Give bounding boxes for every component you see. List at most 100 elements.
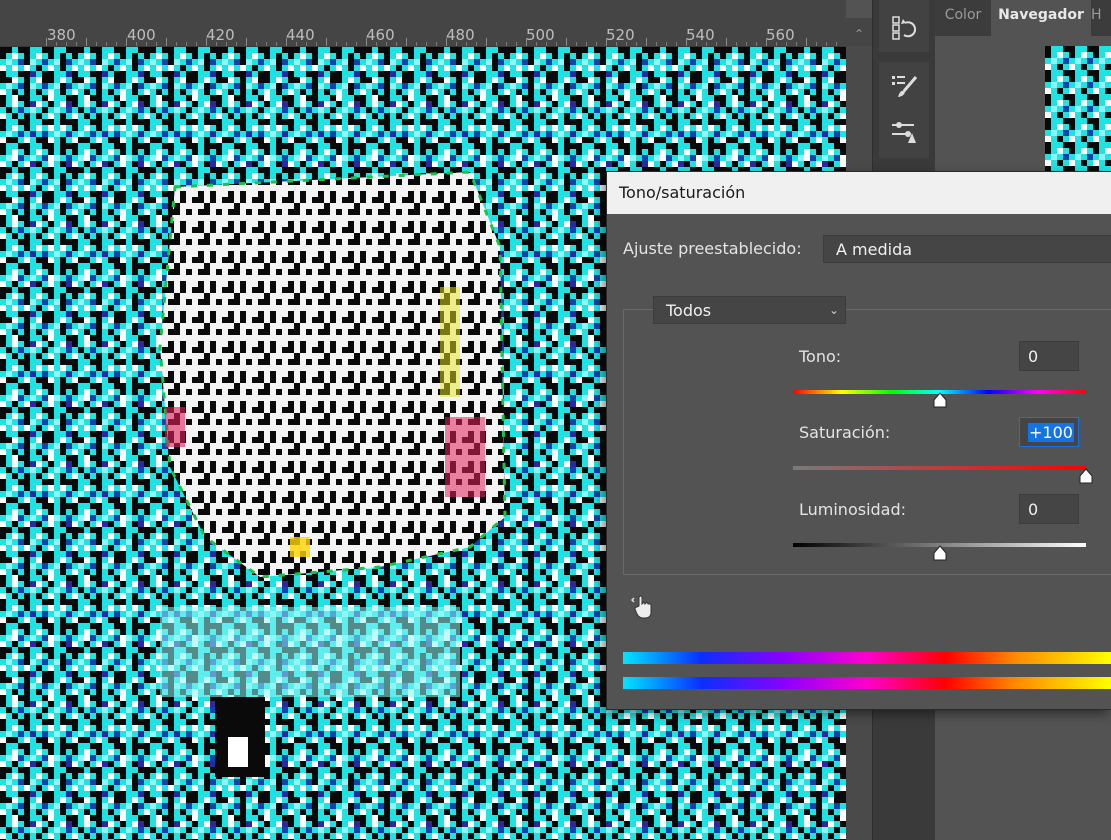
saturation-input[interactable]: +100: [1019, 417, 1079, 447]
ruler-minor-tick: [316, 42, 317, 46]
tab-navigator[interactable]: Navegador: [991, 0, 1091, 36]
ruler-minor-tick: [156, 42, 157, 46]
ruler-major-tick: [526, 38, 527, 46]
navigator-thumbnail[interactable]: [1045, 46, 1111, 174]
ruler-minor-tick: [616, 42, 617, 46]
ruler-label: 380: [47, 26, 76, 44]
ruler-minor-tick: [226, 42, 227, 46]
ruler-minor-tick: [796, 42, 797, 46]
ruler-minor-tick: [66, 42, 67, 46]
ruler-major-tick: [726, 38, 727, 46]
dialog-title[interactable]: Tono/saturación: [607, 172, 1111, 214]
history-icon[interactable]: [885, 10, 923, 46]
ruler-minor-tick: [266, 42, 267, 46]
ruler-minor-tick: [296, 42, 297, 46]
ruler-minor-tick: [696, 42, 697, 46]
ruler-major-tick: [246, 38, 247, 46]
hue-input[interactable]: 0: [1019, 341, 1079, 371]
ruler-minor-tick: [396, 42, 397, 46]
ruler-minor-tick: [656, 42, 657, 46]
ruler-minor-tick: [556, 42, 557, 46]
hue-saturation-dialog: Tono/saturación Ajuste preestablecido: A…: [606, 171, 1111, 710]
ruler-label: 540: [686, 26, 715, 44]
ruler-minor-tick: [466, 42, 467, 46]
ruler-label: 400: [127, 26, 156, 44]
hue-range-bar-bottom: [623, 677, 1111, 689]
ruler-label: 440: [286, 26, 315, 44]
tool-group: [879, 0, 929, 52]
tab-color[interactable]: Color: [935, 0, 991, 36]
ruler-major-tick: [606, 38, 607, 46]
ruler-minor-tick: [636, 42, 637, 46]
ruler-minor-tick: [276, 42, 277, 46]
tool-group: [879, 62, 929, 158]
ruler-major-tick: [646, 38, 647, 46]
preset-select[interactable]: A medida: [823, 235, 1111, 263]
ruler-minor-tick: [816, 42, 817, 46]
ruler-minor-tick: [576, 42, 577, 46]
targeted-adjustment-hand-icon[interactable]: [630, 592, 657, 620]
ruler-minor-tick: [106, 42, 107, 46]
brush-presets-icon[interactable]: [885, 68, 923, 104]
ruler-minor-tick: [716, 42, 717, 46]
panel-tabs: Color Navegador H: [935, 0, 1111, 36]
ruler-minor-tick: [76, 42, 77, 46]
lightness-slider-track[interactable]: [793, 543, 1086, 561]
ruler-major-tick: [806, 38, 807, 46]
ruler-minor-tick: [196, 42, 197, 46]
ruler-major-tick: [326, 38, 327, 46]
tab-more[interactable]: H: [1091, 0, 1111, 36]
ruler-minor-tick: [136, 42, 137, 46]
ruler-label: 560: [766, 26, 795, 44]
ruler-minor-tick: [386, 42, 387, 46]
adjustments-icon[interactable]: [885, 114, 923, 150]
ruler-label: 500: [526, 26, 555, 44]
channel-value: Todos: [666, 301, 712, 320]
ruler-minor-tick: [116, 42, 117, 46]
ruler-minor-tick: [96, 42, 97, 46]
saturation-value: +100: [1028, 423, 1074, 442]
ruler-minor-tick: [336, 42, 337, 46]
ruler-minor-tick: [356, 42, 357, 46]
ruler-minor-tick: [456, 42, 457, 46]
horizontal-ruler: 380 400 420 440 460 480 500 520 540 560: [0, 0, 846, 47]
ruler-minor-tick: [736, 42, 737, 46]
ruler-major-tick: [206, 38, 207, 46]
hue-slider-track[interactable]: [793, 390, 1086, 408]
ruler-major-tick: [446, 38, 447, 46]
channel-select[interactable]: Todos ⌄: [653, 296, 846, 324]
ruler-minor-tick: [776, 42, 777, 46]
ruler-minor-tick: [756, 42, 757, 46]
ruler-minor-tick: [256, 42, 257, 46]
ruler-minor-tick: [416, 42, 417, 46]
ruler-minor-tick: [236, 42, 237, 46]
ruler-minor-tick: [676, 42, 677, 46]
ruler-minor-tick: [346, 42, 347, 46]
ruler-major-tick: [166, 38, 167, 46]
ruler-major-tick: [486, 38, 487, 46]
ruler-minor-tick: [666, 42, 667, 46]
ruler-minor-tick: [476, 42, 477, 46]
ruler-major-tick: [46, 38, 47, 46]
ruler-minor-tick: [426, 42, 427, 46]
ruler-minor-tick: [506, 42, 507, 46]
saturation-label: Saturación:: [799, 423, 891, 442]
ruler-minor-tick: [546, 42, 547, 46]
ruler-minor-tick: [146, 42, 147, 46]
ruler-minor-tick: [496, 42, 497, 46]
ruler-label: 420: [206, 26, 235, 44]
ruler-minor-tick: [536, 42, 537, 46]
saturation-slider-track[interactable]: [793, 466, 1093, 484]
lightness-input[interactable]: 0: [1019, 494, 1079, 524]
scroll-up-arrow-icon[interactable]: ⌃: [846, 18, 872, 46]
ruler-label: 460: [366, 26, 395, 44]
ruler-major-tick: [566, 38, 567, 46]
ruler-minor-tick: [706, 42, 707, 46]
ruler-major-tick: [86, 38, 87, 46]
ruler-major-tick: [686, 38, 687, 46]
ruler-minor-tick: [176, 42, 177, 46]
ruler-minor-tick: [306, 42, 307, 46]
ruler-label: 480: [446, 26, 475, 44]
ruler-major-tick: [286, 38, 287, 46]
lightness-label: Luminosidad:: [799, 500, 907, 519]
